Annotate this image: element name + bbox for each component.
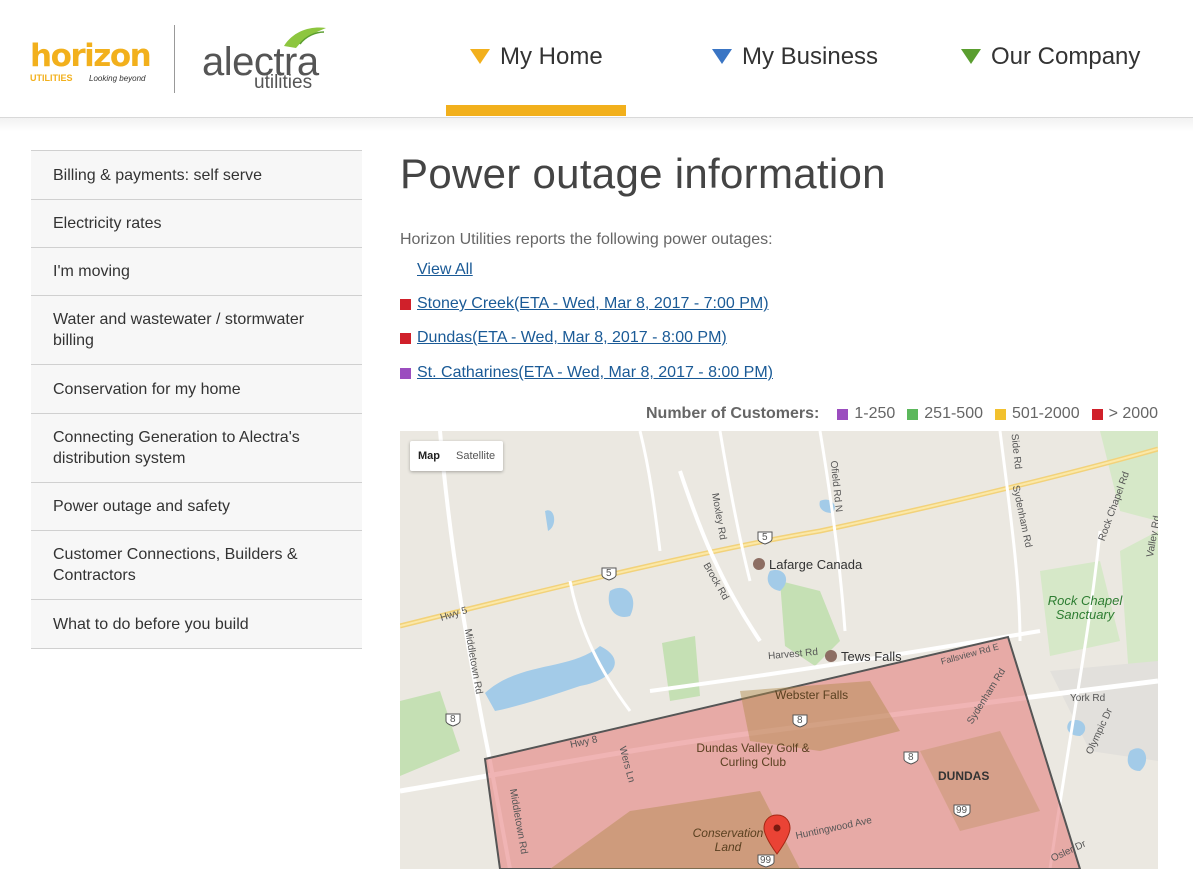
sidebar-item-moving[interactable]: I'm moving (31, 248, 362, 296)
outage-item: St. Catharines(ETA - Wed, Mar 8, 2017 - … (400, 363, 773, 383)
poi-icon (753, 558, 765, 570)
legend-item-label: 251-500 (924, 405, 983, 422)
poi-icon (825, 650, 837, 662)
shield-label: 8 (908, 752, 914, 763)
outage-intro-text: Horizon Utilities reports the following … (400, 231, 773, 248)
severity-square-icon (400, 298, 411, 310)
sidebar-item-label: Billing & payments: self serve (53, 166, 262, 184)
nav-my-home[interactable]: My Home (470, 40, 603, 74)
severity-square-icon (400, 367, 411, 379)
map-toggle-map[interactable]: Map (410, 441, 448, 471)
legend-item-label: 1-250 (854, 405, 896, 422)
map-type-toggle: Map Satellite (410, 441, 504, 471)
legend-item-label: > 2000 (1108, 405, 1158, 422)
alectra-utilities-logo[interactable]: alectra utilities (202, 24, 332, 96)
sidebar-item-billing[interactable]: Billing & payments: self serve (31, 151, 362, 200)
sidebar-item-label: Power outage and safety (53, 498, 231, 515)
legend-swatch (994, 408, 1006, 420)
legend-label: Number of Customers: (645, 405, 820, 422)
sidebar-item-water-billing[interactable]: Water and wastewater / stormwater billin… (31, 296, 362, 365)
map-label-webster-falls: Webster Falls (775, 688, 849, 702)
triangle-down-icon (470, 49, 490, 64)
map-label-lafarge: Lafarge Canada (769, 557, 863, 572)
page-title: Power outage information (400, 150, 886, 197)
legend-swatch (837, 408, 849, 420)
sidebar-item-label: I'm moving (53, 263, 130, 280)
map-toggle-satellite[interactable]: Satellite (448, 441, 503, 471)
nav-active-indicator (446, 105, 626, 116)
shield-label: 99 (760, 855, 772, 866)
map-label-golf-club: Dundas Valley Golf & Curling Club (696, 741, 810, 769)
triangle-down-icon (712, 49, 732, 64)
sidebar-item-label: Electricity rates (53, 215, 162, 232)
sidebar-item-conservation[interactable]: Conservation for my home (31, 365, 362, 414)
sidebar-item-power-outage[interactable]: Power outage and safety (31, 483, 362, 531)
legend-swatch (1091, 408, 1103, 420)
outage-link-st-catharines[interactable]: St. Catharines(ETA - Wed, Mar 8, 2017 - … (417, 364, 773, 382)
horizon-logo-text: horizon (30, 38, 152, 74)
shield-label: 99 (956, 805, 968, 816)
nav-our-company[interactable]: Our Company (961, 40, 1140, 74)
horizon-utilities-logo[interactable]: horizon UTILITIES Looking beyond (30, 38, 152, 86)
shield-label: 8 (450, 714, 456, 725)
map-label-dundas: DUNDAS (938, 769, 990, 783)
sidebar-item-label: Water and wastewater / stormwater billin… (53, 311, 305, 349)
map-label-conservation: Conservation Land (692, 826, 764, 854)
road-label: York Rd (1070, 693, 1106, 704)
logo-divider (174, 25, 175, 93)
sidebar-item-label: Customer Connections, Builders & Contrac… (53, 546, 298, 584)
outage-item: Dundas(ETA - Wed, Mar 8, 2017 - 8:00 PM) (400, 328, 727, 348)
horizon-logo-tagline: Looking beyond (89, 74, 146, 83)
header-shadow (0, 118, 1193, 132)
triangle-down-icon (961, 49, 981, 64)
legend-item-label: 501-2000 (1011, 405, 1080, 422)
sidebar-nav: Billing & payments: self serve Electrici… (31, 150, 362, 649)
nav-my-business[interactable]: My Business (712, 40, 878, 74)
sidebar-item-label: What to do before you build (53, 615, 249, 633)
sidebar-item-electricity-rates[interactable]: Electricity rates (31, 200, 362, 248)
sidebar-item-customer-connections[interactable]: Customer Connections, Builders & Contrac… (31, 531, 362, 600)
outage-map[interactable]: Map Satellite 5 5 8 8 8 99 99 Lafarge Ca… (400, 431, 1158, 869)
shield-label: 5 (762, 532, 768, 543)
shield-label: 8 (797, 715, 803, 726)
nav-my-business-label: My Business (742, 43, 879, 70)
outage-item: Stoney Creek(ETA - Wed, Mar 8, 2017 - 7:… (400, 294, 769, 314)
severity-square-icon (400, 332, 411, 344)
sidebar-item-before-you-build[interactable]: What to do before you build (31, 600, 362, 649)
sidebar-item-connecting-generation[interactable]: Connecting Generation to Alectra's distr… (31, 414, 362, 483)
nav-my-home-label: My Home (500, 43, 603, 70)
shield-label: 5 (606, 568, 612, 579)
legend-swatch (907, 408, 919, 420)
outage-link-stoney-creek[interactable]: Stoney Creek(ETA - Wed, Mar 8, 2017 - 7:… (417, 295, 769, 313)
map-label-rock-chapel: Rock Chapel Sanctuary (1047, 593, 1123, 622)
horizon-logo-sub: UTILITIES (30, 73, 73, 83)
sidebar-item-label: Connecting Generation to Alectra's distr… (53, 429, 300, 467)
map-label-tews-falls: Tews Falls (841, 649, 902, 664)
alectra-logo-sub: utilities (254, 72, 313, 93)
view-all-link[interactable]: View All (417, 261, 473, 279)
outage-link-dundas[interactable]: Dundas(ETA - Wed, Mar 8, 2017 - 8:00 PM) (417, 329, 727, 347)
nav-our-company-label: Our Company (991, 43, 1141, 70)
customer-count-legend: Number of Customers: 1-250 251-500 501-2… (646, 405, 1158, 423)
sidebar-item-label: Conservation for my home (53, 380, 241, 398)
site-header: horizon UTILITIES Looking beyond alectra… (0, 0, 1193, 118)
